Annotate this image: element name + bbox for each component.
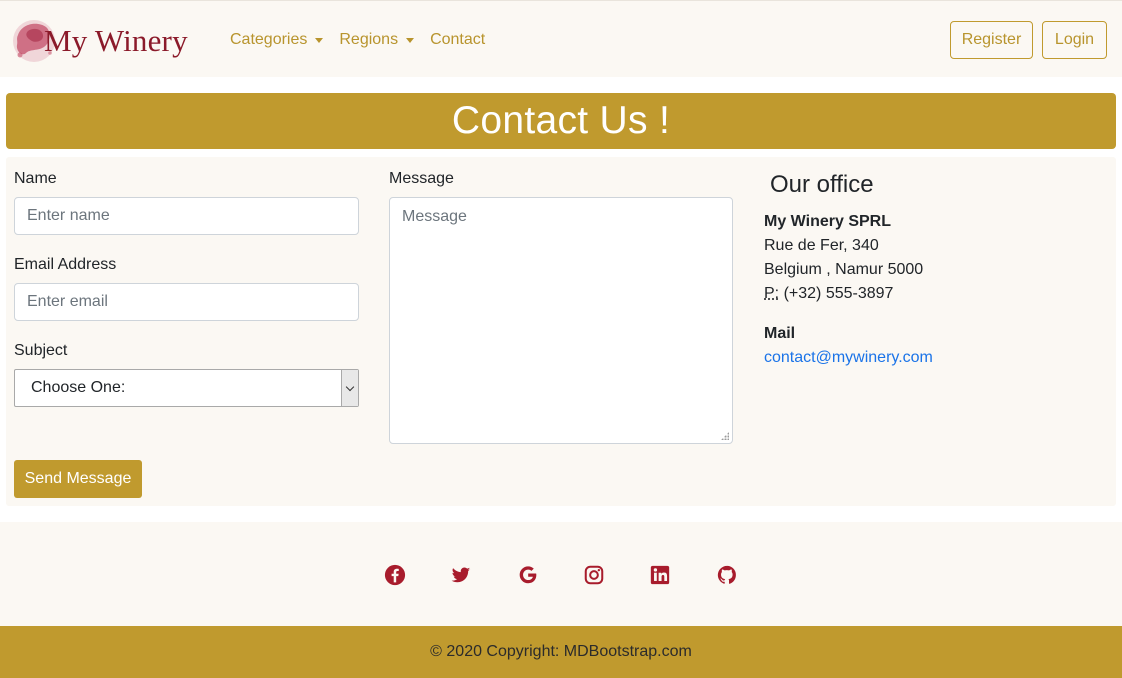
brand[interactable]: My Winery — [8, 15, 188, 67]
instagram-icon[interactable] — [583, 564, 605, 586]
login-button[interactable]: Login — [1042, 21, 1107, 59]
copyright-text: © 2020 Copyright: MDBootstrap.com — [430, 643, 692, 660]
message-textarea[interactable]: Message — [389, 197, 733, 444]
office-company: My Winery SPRL — [764, 213, 891, 230]
resize-handle-icon[interactable] — [721, 432, 729, 440]
nav-categories-label: Categories — [230, 31, 308, 48]
google-icon[interactable] — [517, 564, 539, 586]
register-button[interactable]: Register — [950, 21, 1033, 59]
subject-label: Subject — [14, 342, 68, 359]
phone-number: (+32) 555-3897 — [783, 285, 894, 302]
github-icon[interactable] — [716, 564, 738, 586]
office-title: Our office — [770, 171, 874, 198]
message-label: Message — [389, 170, 454, 187]
nav-regions-label: Regions — [339, 31, 399, 48]
navbar: My Winery Categories Regions Contact Reg… — [0, 0, 1122, 77]
office-street: Rue de Fer, 340 — [764, 237, 879, 254]
office-phone: P: (+32) 555-3897 — [764, 285, 893, 303]
nav-contact-link[interactable]: Contact — [430, 31, 485, 49]
contact-section: Name Enter name Email Address Enter emai… — [6, 157, 1116, 506]
email-label: Email Address — [14, 256, 117, 273]
email-input[interactable]: Enter email — [14, 283, 359, 321]
nav-regions-dropdown[interactable]: Regions — [339, 31, 415, 49]
brand-name: My Winery — [44, 23, 188, 58]
nav-categories-dropdown[interactable]: Categories — [230, 31, 324, 49]
name-label: Name — [14, 170, 57, 187]
message-placeholder: Message — [402, 208, 467, 225]
caret-down-icon — [406, 38, 415, 43]
subject-selected-value: Choose One: — [31, 379, 126, 396]
name-input[interactable]: Enter name — [14, 197, 359, 235]
email-link[interactable]: contact@mywinery.com — [764, 349, 933, 367]
caret-down-icon — [315, 38, 324, 43]
chevron-down-icon — [341, 370, 358, 406]
page-title: Contact Us ! — [451, 99, 671, 142]
phone-abbr: P: — [764, 285, 780, 302]
nav-links: Categories Regions Contact — [230, 31, 501, 49]
twitter-icon[interactable] — [450, 564, 472, 586]
facebook-icon[interactable] — [384, 564, 406, 586]
mail-heading: Mail — [764, 325, 796, 342]
page-banner: Contact Us ! — [6, 93, 1116, 149]
subject-select[interactable]: Choose One: — [14, 369, 359, 407]
footer: © 2020 Copyright: MDBootstrap.com — [0, 626, 1122, 678]
nav-contact-label: Contact — [430, 31, 486, 48]
social-bar — [0, 522, 1122, 626]
linkedin-icon[interactable] — [649, 564, 671, 586]
send-message-button[interactable]: Send Message — [14, 460, 142, 498]
office-city: Belgium , Namur 5000 — [764, 261, 924, 278]
